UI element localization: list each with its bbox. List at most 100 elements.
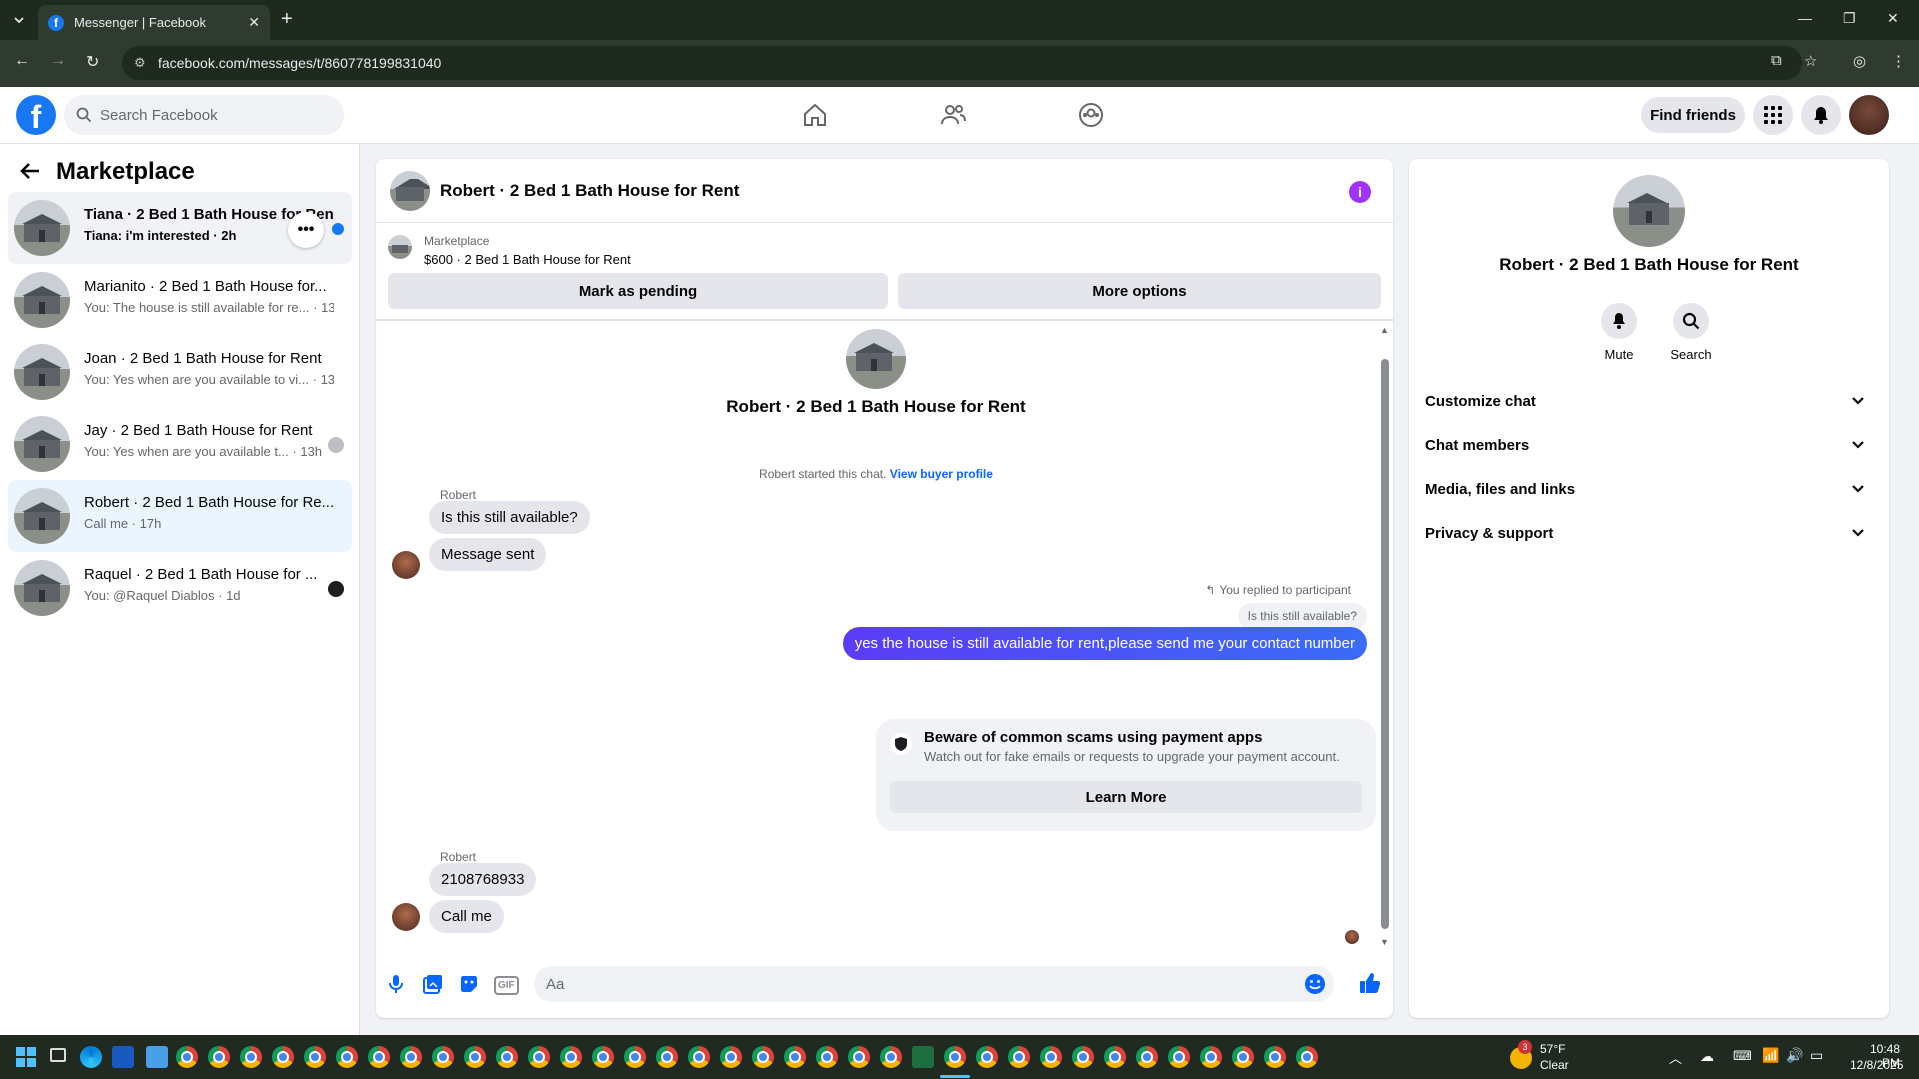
back-arrow-icon[interactable]	[20, 162, 40, 180]
browser-tab[interactable]: f Messenger | Facebook ✕	[38, 5, 270, 40]
chrome-icon[interactable]	[560, 1046, 582, 1068]
search-input[interactable]: Search Facebook	[64, 95, 344, 135]
tray-chevron-icon[interactable]: ︿	[1669, 1048, 1682, 1067]
robert-avatar[interactable]	[392, 903, 420, 931]
home-icon[interactable]	[801, 101, 829, 129]
privacy-support-row[interactable]: Privacy & support	[1425, 511, 1865, 555]
back-icon[interactable]: ←	[14, 52, 30, 70]
address-bar[interactable]: ⚙ facebook.com/messages/t/86077819983104…	[122, 46, 1802, 80]
listing-price[interactable]: $600 · 2 Bed 1 Bath House for Rent	[424, 252, 631, 267]
emoji-icon[interactable]	[1304, 973, 1326, 995]
mute-button[interactable]: Mute	[1589, 303, 1649, 362]
tab-close-icon[interactable]: ✕	[248, 14, 260, 31]
view-buyer-profile-link[interactable]: View buyer profile	[890, 467, 993, 481]
sticker-icon[interactable]	[459, 974, 479, 994]
chrome-icon[interactable]	[304, 1046, 326, 1068]
keyboard-icon[interactable]: ⌨	[1733, 1048, 1752, 1064]
chat-avatar[interactable]	[390, 171, 430, 211]
quoted-message[interactable]: Is this still available?	[1237, 603, 1367, 629]
chrome-icon[interactable]	[272, 1046, 294, 1068]
chat-scrollbar[interactable]: ▲ ▼	[1377, 321, 1393, 951]
clock-date[interactable]: 12/8/2025	[1850, 1058, 1903, 1072]
incoming-message[interactable]: Message sent	[429, 538, 547, 571]
thumbs-up-icon[interactable]	[1359, 972, 1381, 994]
chrome-icon[interactable]	[368, 1046, 390, 1068]
chrome-icon[interactable]	[1200, 1046, 1222, 1068]
incoming-message[interactable]: Is this still available?	[429, 501, 590, 534]
microphone-icon[interactable]	[388, 974, 404, 994]
excel-icon[interactable]	[912, 1046, 934, 1068]
chrome-icon[interactable]	[464, 1046, 486, 1068]
scroll-down-icon[interactable]: ▼	[1380, 937, 1389, 947]
chrome-icon[interactable]	[176, 1046, 198, 1068]
windows-start-icon[interactable]	[16, 1047, 36, 1067]
reload-icon[interactable]: ↻	[86, 52, 99, 72]
temperature[interactable]: 57°F	[1540, 1042, 1565, 1056]
tab-search-chevron-icon[interactable]	[6, 8, 32, 32]
new-tab-icon[interactable]: +	[281, 8, 293, 30]
weather-condition[interactable]: Clear	[1540, 1058, 1569, 1072]
groups-icon[interactable]	[1077, 101, 1105, 129]
site-info-icon[interactable]: ⚙	[134, 55, 146, 71]
wifi-icon[interactable]: 📶	[1762, 1047, 1779, 1064]
notifications-bell-icon[interactable]	[1801, 95, 1841, 135]
chrome-icon[interactable]	[592, 1046, 614, 1068]
account-avatar[interactable]	[1849, 95, 1889, 135]
chrome-icon[interactable]	[1008, 1046, 1030, 1068]
chrome-icon[interactable]	[624, 1046, 646, 1068]
scroll-up-icon[interactable]: ▲	[1380, 325, 1389, 335]
chrome-icon[interactable]	[784, 1046, 806, 1068]
chrome-icon[interactable]	[240, 1046, 262, 1068]
more-options-button[interactable]: More options	[898, 273, 1381, 309]
minimize-icon[interactable]: —	[1798, 10, 1812, 26]
incoming-message[interactable]: 2108768933	[429, 863, 537, 896]
customize-chat-row[interactable]: Customize chat	[1425, 379, 1865, 423]
mark-as-pending-button[interactable]: Mark as pending	[388, 273, 888, 309]
chrome-icon[interactable]	[432, 1046, 454, 1068]
install-app-icon[interactable]: ⧉	[1771, 52, 1782, 69]
scrollbar-thumb[interactable]	[1381, 359, 1389, 929]
chrome-icon[interactable]	[208, 1046, 230, 1068]
chrome-icon[interactable]	[1232, 1046, 1254, 1068]
chrome-icon[interactable]	[496, 1046, 518, 1068]
browser-menu-icon[interactable]: ⋮	[1891, 52, 1906, 70]
notepad-icon[interactable]	[146, 1046, 168, 1068]
chat-members-row[interactable]: Chat members	[1425, 423, 1865, 467]
search-conversation-button[interactable]: Search	[1661, 303, 1721, 362]
gif-icon[interactable]: GIF	[494, 976, 519, 995]
chrome-icon[interactable]	[528, 1046, 550, 1068]
chrome-icon[interactable]	[1104, 1046, 1126, 1068]
profile-icon[interactable]: ◎	[1853, 52, 1866, 70]
facebook-logo[interactable]: f	[16, 95, 56, 135]
find-friends-button[interactable]: Find friends	[1641, 97, 1745, 133]
media-files-links-row[interactable]: Media, files and links	[1425, 467, 1865, 511]
forward-icon[interactable]: →	[50, 52, 66, 70]
info-icon[interactable]: i	[1349, 181, 1371, 203]
photo-icon[interactable]	[423, 974, 443, 994]
task-view-icon[interactable]	[50, 1048, 66, 1062]
chrome-icon[interactable]	[1136, 1046, 1158, 1068]
chrome-icon[interactable]	[976, 1046, 998, 1068]
conversation-item[interactable]: Tiana · 2 Bed 1 Bath House for Rent Tian…	[8, 192, 352, 264]
chrome-active-icon[interactable]	[944, 1046, 966, 1068]
close-window-icon[interactable]: ✕	[1887, 10, 1899, 27]
volume-icon[interactable]: 🔊	[1786, 1047, 1803, 1064]
robert-avatar[interactable]	[392, 551, 420, 579]
friends-icon[interactable]	[939, 101, 967, 129]
chrome-icon[interactable]	[752, 1046, 774, 1068]
conversation-item[interactable]: Robert · 2 Bed 1 Bath House for Re... Ca…	[8, 480, 352, 552]
outgoing-message[interactable]: yes the house is still available for ren…	[842, 627, 1367, 660]
conversation-item[interactable]: Jay · 2 Bed 1 Bath House for Rent You: Y…	[8, 408, 352, 480]
bookmark-star-icon[interactable]: ☆	[1804, 52, 1817, 70]
chrome-icon[interactable]	[880, 1046, 902, 1068]
incoming-message[interactable]: Call me	[429, 900, 504, 933]
chrome-icon[interactable]	[688, 1046, 710, 1068]
chat-title[interactable]: Robert · 2 Bed 1 Bath House for Rent	[440, 181, 739, 201]
restore-icon[interactable]: ❐	[1843, 10, 1856, 27]
chrome-icon[interactable]	[656, 1046, 678, 1068]
onedrive-icon[interactable]: ☁	[1700, 1048, 1714, 1065]
chrome-icon[interactable]	[848, 1046, 870, 1068]
conversation-item[interactable]: Raquel · 2 Bed 1 Bath House for ... You:…	[8, 552, 352, 624]
chrome-icon[interactable]	[1264, 1046, 1286, 1068]
conversation-item[interactable]: Marianito · 2 Bed 1 Bath House for... Yo…	[8, 264, 352, 336]
